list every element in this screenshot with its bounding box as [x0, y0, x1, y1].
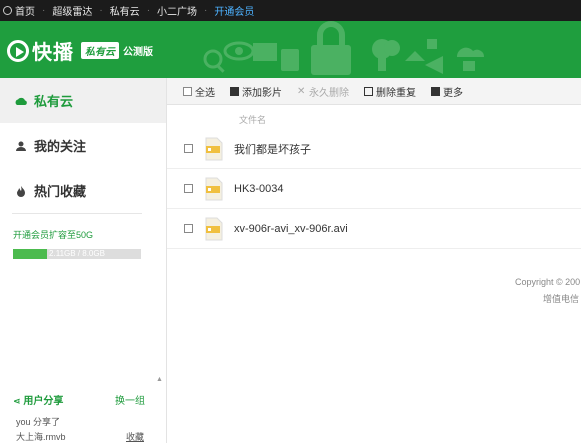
sidebar-item-label: 私有云	[34, 94, 74, 109]
nav-square[interactable]: 小二广场	[157, 3, 197, 18]
file-row[interactable]: xv-906r-avi_xv-906r.avi	[167, 209, 581, 249]
brand-logo[interactable]: 快播 私有云 公测版	[7, 36, 153, 65]
delete-forever-label: 永久删除	[309, 87, 349, 99]
column-header-filename[interactable]: 文件名	[239, 113, 266, 126]
header-banner: 快播 私有云 公测版	[0, 21, 581, 78]
brand-name: 快播	[32, 42, 74, 64]
file-checkbox[interactable]	[184, 224, 193, 233]
file-row[interactable]: 我们都是坏孩子	[167, 129, 581, 169]
share-icon: ⋖	[13, 396, 21, 406]
user-share-header: ⋖ 用户分享 换一组	[13, 392, 145, 407]
qvod-logo-icon	[3, 6, 12, 15]
sidebar-item-label: 热门收藏	[34, 184, 87, 199]
user-follow-icon	[15, 140, 27, 152]
video-file-icon	[204, 177, 224, 201]
license-text: 增值电信	[543, 294, 580, 304]
top-nav-bar: 首页 · 超级雷达 · 私有云 · 小二广场 · 开通会员	[0, 0, 581, 21]
film-add-icon	[230, 86, 239, 96]
user-share-title: ⋖ 用户分享	[13, 392, 63, 407]
sidebar-item-private-cloud[interactable]: 私有云	[0, 78, 166, 123]
file-name[interactable]: 我们都是坏孩子	[234, 141, 311, 157]
beta-label: 公测版	[123, 47, 153, 58]
video-file-icon	[204, 217, 224, 241]
file-row[interactable]: HK3-0034	[167, 169, 581, 209]
copyright-text: Copyright © 200	[515, 277, 581, 287]
shared-file-name[interactable]: 大上海.rmvb	[16, 430, 66, 443]
nav-open-vip[interactable]: 开通会员	[214, 3, 254, 18]
duplicate-icon	[364, 86, 373, 96]
select-all-box[interactable]	[183, 86, 192, 96]
file-checkbox[interactable]	[184, 184, 193, 193]
nav-separator: ·	[146, 5, 151, 16]
sidebar-item-hot-collections[interactable]: 热门收藏	[0, 168, 166, 213]
nav-super-radar[interactable]: 超级雷达	[52, 3, 92, 18]
file-name[interactable]: HK3-0034	[234, 183, 284, 195]
more-label: 更多	[443, 87, 463, 99]
nav-home[interactable]: 首页	[15, 3, 35, 18]
delete-forever-button[interactable]: ✕ 永久删除	[297, 84, 349, 99]
add-video-label: 添加影片	[242, 87, 282, 99]
nav-separator: ·	[204, 5, 208, 16]
nav-private-cloud[interactable]: 私有云	[110, 3, 140, 18]
upgrade-quota-link[interactable]: 开通会员扩容至50G	[13, 228, 93, 241]
sidebar-item-label: 我的关注	[34, 139, 87, 154]
storage-quota-text: 2.11GB / 8.0GB	[49, 249, 105, 258]
more-button[interactable]: 更多	[431, 84, 463, 99]
sidebar-item-my-follows[interactable]: 我的关注	[0, 123, 166, 168]
nav-separator: ·	[99, 5, 103, 16]
sidebar-divider	[12, 213, 142, 214]
switch-group-link[interactable]: 换一组	[115, 392, 145, 407]
more-icon	[431, 86, 440, 96]
shared-file-row: 大上海.rmvb 收藏	[16, 430, 144, 443]
private-cloud-badge: 私有云	[81, 42, 119, 59]
file-checkbox[interactable]	[184, 144, 193, 153]
select-all-label: 全选	[195, 87, 215, 99]
nav-separator: ·	[42, 5, 46, 16]
video-file-icon	[204, 137, 224, 161]
share-activity-text: you 分享了	[16, 417, 61, 427]
file-toolbar: 全选 添加影片 ✕ 永久删除 删除重复 更多	[167, 78, 581, 105]
add-video-button[interactable]: 添加影片	[230, 84, 282, 99]
user-share-title-text: 用户分享	[23, 396, 64, 407]
delete-duplicates-button[interactable]: 删除重复	[364, 84, 416, 99]
storage-quota-bar: 2.11GB / 8.0GB	[13, 249, 141, 259]
cloud-icon	[15, 95, 27, 107]
close-icon: ✕	[297, 85, 306, 97]
sidebar: 私有云 我的关注 热门收藏 开通会员扩容至50G 2.11GB / 8.0GB …	[0, 78, 167, 443]
delete-duplicates-label: 删除重复	[376, 87, 416, 99]
play-logo-icon	[7, 39, 29, 62]
flame-icon	[15, 185, 27, 197]
banner-decoration-icons	[203, 21, 485, 75]
scroll-up-arrow-icon[interactable]: ▲	[156, 376, 163, 383]
collect-link[interactable]: 收藏	[126, 430, 144, 443]
file-name[interactable]: xv-906r-avi_xv-906r.avi	[234, 223, 348, 235]
select-all-checkbox[interactable]: 全选	[183, 84, 215, 99]
